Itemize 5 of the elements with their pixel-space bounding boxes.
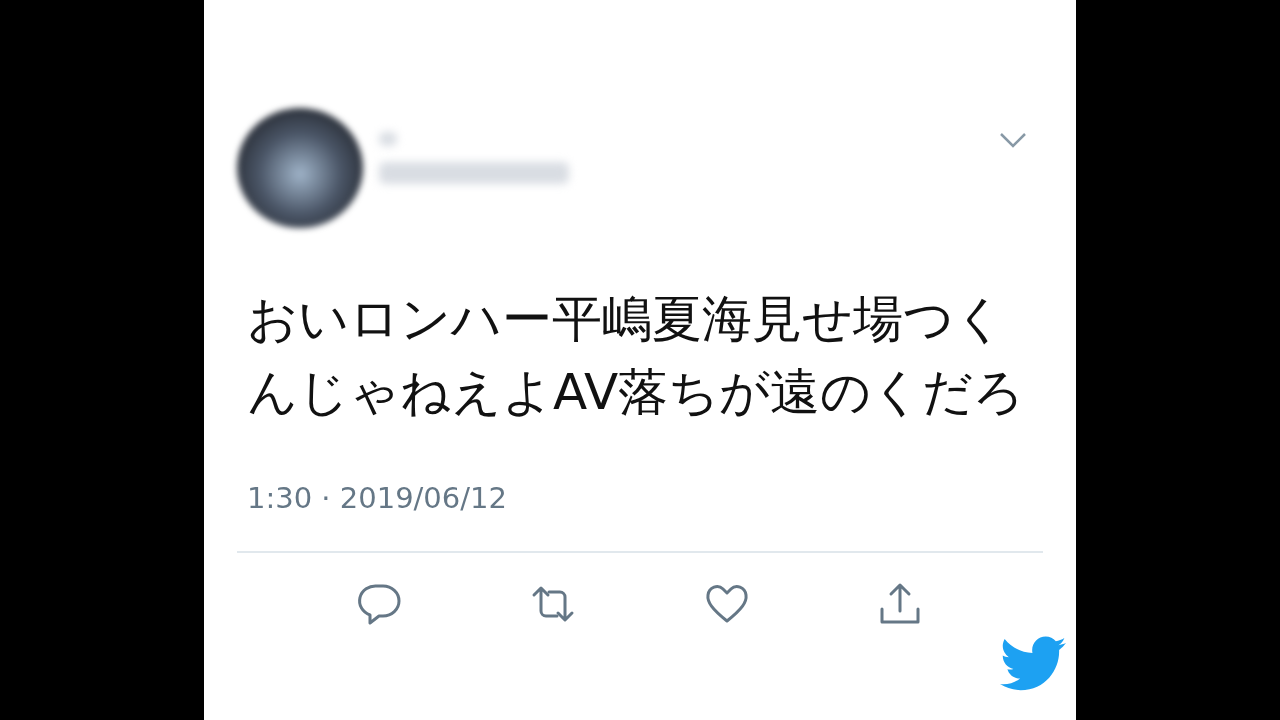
bird-icon <box>1000 636 1066 692</box>
blurred-name <box>379 132 397 146</box>
chevron-down-icon[interactable] <box>999 132 1027 148</box>
tweet-timestamp: 1:30 · 2019/06/12 <box>247 480 507 517</box>
tweet-text: おいロンハー平嶋夏海見せ場つくんじゃねえよAV落ちが遠のくだろ <box>247 289 1026 423</box>
